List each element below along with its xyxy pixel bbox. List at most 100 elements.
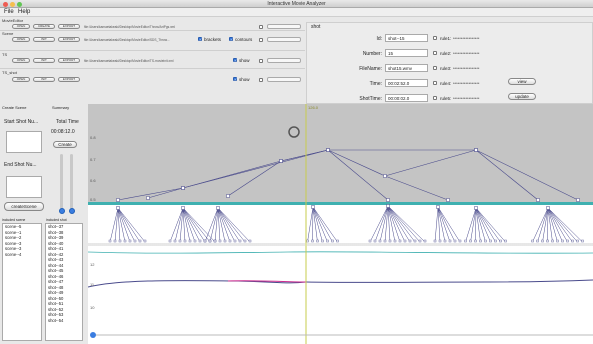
tree-node[interactable]	[383, 239, 387, 243]
tsshot-export-button[interactable]: EXPORT	[58, 77, 80, 82]
tree-node[interactable]	[499, 239, 502, 243]
tree-node[interactable]	[143, 239, 147, 243]
tree-node[interactable]	[181, 186, 185, 190]
tree-node[interactable]	[436, 205, 440, 209]
scene-dropdown[interactable]	[267, 37, 301, 42]
tsshot-extra-checkbox[interactable]	[259, 78, 263, 82]
tree-node[interactable]	[378, 239, 382, 243]
tree-node[interactable]	[138, 239, 142, 243]
ts-show-checkbox[interactable]	[233, 58, 237, 63]
movieeditor-checkbox[interactable]	[259, 25, 263, 29]
tree-node[interactable]	[453, 239, 457, 243]
tree-node[interactable]	[556, 239, 559, 243]
tree-node[interactable]	[193, 239, 197, 243]
shottime-field[interactable]: 00:00:02.0	[385, 94, 428, 102]
brackets-checkbox[interactable]	[198, 37, 202, 42]
visualization-canvas[interactable]: 126.0 0.8 0.7 0.6 0.5 12 11 10	[88, 104, 593, 344]
ts-dropdown[interactable]	[267, 58, 301, 63]
tree-node[interactable]	[388, 239, 392, 243]
tree-node[interactable]	[423, 239, 427, 243]
rule5-checkbox[interactable]	[433, 96, 437, 100]
rule2-checkbox[interactable]	[433, 51, 437, 55]
tree-node[interactable]	[198, 239, 202, 243]
tree-node[interactable]	[536, 239, 539, 243]
contours-checkbox[interactable]	[229, 37, 233, 42]
tree-node[interactable]	[183, 239, 187, 243]
tree-node[interactable]	[331, 239, 334, 243]
menu-help[interactable]: Help	[18, 9, 30, 15]
tree-node[interactable]	[243, 239, 247, 243]
tree-node[interactable]	[218, 239, 222, 243]
tree-node[interactable]	[474, 148, 478, 152]
scene-extra-checkbox[interactable]	[259, 38, 263, 42]
tree-node[interactable]	[228, 239, 232, 243]
tree-node[interactable]	[213, 239, 217, 243]
tree-node[interactable]	[306, 239, 309, 243]
id-field[interactable]: shot--15	[385, 34, 428, 42]
tree-node[interactable]	[474, 206, 478, 210]
tree-node[interactable]	[484, 239, 487, 243]
time-field[interactable]: 00:02:52.0	[385, 79, 428, 87]
tsshot-open-button[interactable]: OPEN	[12, 77, 30, 82]
tree-node[interactable]	[118, 239, 122, 243]
tree-node[interactable]	[464, 239, 467, 243]
tree-node[interactable]	[581, 239, 584, 243]
tree-node[interactable]	[469, 239, 472, 243]
tree-node[interactable]	[233, 239, 237, 243]
tree-node[interactable]	[208, 239, 212, 243]
tree-node[interactable]	[446, 198, 450, 202]
tree-node[interactable]	[403, 239, 407, 243]
tree-node[interactable]	[546, 239, 549, 243]
number-field[interactable]: 15	[385, 49, 428, 57]
tree-node[interactable]	[316, 239, 319, 243]
movieeditor-dropdown[interactable]	[267, 24, 301, 29]
tsshot-init-button[interactable]: INIT	[33, 77, 55, 82]
tree-node[interactable]	[458, 239, 462, 243]
tree-node[interactable]	[408, 239, 412, 243]
tree-node[interactable]	[223, 239, 227, 243]
ts-init-button[interactable]: INIT	[33, 58, 55, 63]
tree-node[interactable]	[123, 239, 127, 243]
tree-node[interactable]	[474, 239, 477, 243]
tree-node[interactable]	[448, 239, 452, 243]
tree-node[interactable]	[128, 239, 132, 243]
tree-node[interactable]	[133, 239, 137, 243]
tree-node[interactable]	[238, 239, 242, 243]
tree-node[interactable]	[178, 239, 182, 243]
tree-node[interactable]	[536, 198, 540, 202]
rule1-checkbox[interactable]	[433, 36, 437, 40]
tree-node[interactable]	[311, 205, 315, 209]
tree-node[interactable]	[531, 239, 534, 243]
tree-node[interactable]	[173, 239, 177, 243]
tree-node[interactable]	[413, 239, 417, 243]
menu-file[interactable]: File	[4, 9, 14, 15]
slider-track-left[interactable]	[60, 154, 63, 209]
list-item[interactable]: shot--54	[48, 318, 82, 324]
movieeditor-create-button[interactable]: CREATE	[33, 24, 55, 29]
tree-node[interactable]	[398, 239, 402, 243]
tree-node[interactable]	[326, 239, 329, 243]
view-button[interactable]: view	[508, 78, 536, 85]
tsshot-dropdown[interactable]	[267, 77, 301, 82]
rule4-checkbox[interactable]	[433, 81, 437, 85]
update-button[interactable]: update	[508, 93, 536, 100]
start-shot-input[interactable]	[6, 131, 42, 153]
included-scene-list[interactable]: scene--5 scene--1 scene--2 scene--3 scen…	[2, 223, 42, 341]
scene-init-button[interactable]: INIT	[33, 37, 55, 42]
tree-node[interactable]	[168, 239, 172, 243]
included-shot-list[interactable]: shot--37 shot--38 shot--39 shot--40 shot…	[45, 223, 83, 341]
tree-node[interactable]	[571, 239, 574, 243]
tree-node[interactable]	[489, 239, 492, 243]
tree-node[interactable]	[181, 206, 185, 210]
tree-node[interactable]	[368, 239, 372, 243]
filename-field[interactable]: shot15.wmv	[385, 64, 428, 72]
tree-node[interactable]	[116, 206, 120, 210]
slider-track-right[interactable]	[70, 154, 73, 209]
tree-node[interactable]	[546, 206, 550, 210]
tree-node[interactable]	[373, 239, 377, 243]
list-item[interactable]: scene--4	[5, 252, 41, 258]
tree-node[interactable]	[386, 204, 390, 208]
tree-node[interactable]	[541, 239, 544, 243]
tree-node[interactable]	[113, 239, 117, 243]
tree-node[interactable]	[418, 239, 422, 243]
